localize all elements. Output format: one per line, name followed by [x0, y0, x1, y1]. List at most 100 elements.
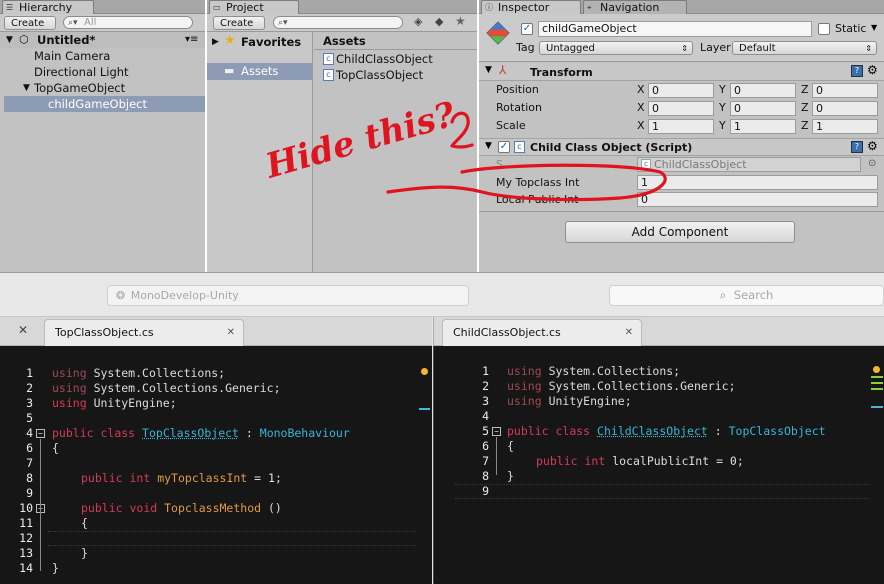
- line-number: 10: [19, 501, 33, 515]
- code-line-5: public class ChildClassObject : TopClass…: [507, 424, 826, 439]
- left-arrow-icon[interactable]: ✕: [18, 323, 28, 337]
- code-namespace: System.Collections;: [548, 364, 681, 378]
- code-semicolon: ;: [736, 454, 744, 468]
- code-line-7: public int localPublicInt = 0;: [536, 454, 744, 469]
- code-line-8: }: [507, 469, 514, 483]
- line-number: 5: [482, 424, 489, 438]
- code-line-8: public int myTopclassInt = 1;: [81, 471, 282, 486]
- code-keyword: using: [507, 364, 542, 378]
- tab-childclassobject-label: ChildClassObject.cs: [453, 326, 561, 339]
- code-line-10: public void TopclassMethod (): [81, 501, 282, 516]
- code-line-5: public class TopClassObject : MonoBehavi…: [52, 426, 350, 441]
- scroll-marker-dot: [421, 368, 428, 375]
- code-assign: =: [709, 454, 730, 468]
- current-line-highlight: [48, 531, 416, 546]
- scroll-marker-line: [871, 376, 883, 378]
- monodevelop-titlebar: ❂ MonoDevelop-Unity ⌕ Search: [0, 273, 884, 317]
- code-line-13: }: [81, 546, 88, 560]
- line-number: 11: [19, 516, 33, 530]
- code-keyword: class: [100, 426, 136, 440]
- monodevelop-search-input[interactable]: ⌕ Search: [609, 285, 884, 306]
- code-namespace: System.Collections.Generic;: [93, 381, 281, 395]
- annotation-text: Hide this?: [260, 94, 460, 187]
- search-icon: ⌕: [719, 288, 727, 302]
- code-base-class: TopClassObject: [728, 424, 826, 438]
- line-number: 8: [26, 471, 33, 485]
- tab-topclassobject[interactable]: TopClassObject.cs ✕: [44, 319, 244, 346]
- code-line-14: }: [52, 561, 59, 575]
- code-base-class: MonoBehaviour: [259, 426, 350, 440]
- fold-toggle-icon[interactable]: −: [492, 427, 501, 436]
- code-keyword: using: [52, 366, 87, 380]
- line-number: 12: [19, 531, 33, 545]
- line-number: 6: [26, 441, 33, 455]
- line-number: 14: [19, 561, 33, 575]
- code-line-3: using UnityEngine;: [507, 394, 632, 409]
- tab-childclassobject[interactable]: ChildClassObject.cs ✕: [442, 319, 642, 346]
- code-namespace: System.Collections.Generic;: [548, 379, 736, 393]
- line-number: 2: [26, 381, 33, 395]
- monodevelop-search-placeholder: Search: [733, 288, 774, 302]
- right-code-area[interactable]: 1 2 3 4 5 6 7 8 9 − using System.Collect…: [455, 364, 884, 584]
- scroll-marker-line: [871, 388, 883, 390]
- code-field-name: localPublicInt: [612, 454, 710, 468]
- scroll-marker-dot: [873, 366, 880, 373]
- code-field-name: myTopclassInt: [157, 471, 248, 485]
- code-keyword: using: [52, 396, 87, 410]
- line-number: 7: [482, 454, 489, 468]
- code-keyword: using: [507, 394, 542, 408]
- code-keyword: using: [507, 379, 542, 393]
- line-number: 3: [26, 396, 33, 410]
- code-line-6: {: [507, 439, 514, 453]
- right-editor-scrollbar[interactable]: [868, 364, 884, 584]
- code-namespace: System.Collections;: [93, 366, 226, 380]
- line-number: 7: [26, 456, 33, 470]
- line-number: 5: [26, 411, 33, 425]
- monodevelop-logo-icon: ❂: [116, 289, 126, 302]
- right-editor-gap: [433, 346, 455, 584]
- line-number: 3: [482, 394, 489, 408]
- left-code-area[interactable]: 1 2 3 4 5 6 7 8 9 10 11 12 13 14 − − usi…: [0, 366, 432, 584]
- fold-guide: [496, 437, 497, 475]
- code-colon: :: [238, 426, 260, 440]
- left-editor-tabbar: ✕ TopClassObject.cs ✕: [0, 317, 432, 346]
- line-number: 4: [482, 409, 489, 423]
- code-line-3: using UnityEngine;: [52, 396, 177, 411]
- code-line-1: using System.Collections;: [507, 364, 680, 379]
- code-line-11: {: [81, 516, 88, 530]
- code-semicolon: ;: [274, 471, 282, 485]
- code-keyword: public: [52, 426, 94, 440]
- scroll-marker-line: [871, 406, 883, 408]
- code-line-1: using System.Collections;: [52, 366, 225, 381]
- close-tab-icon[interactable]: ✕: [625, 320, 633, 345]
- code-keyword: public: [81, 501, 123, 515]
- code-assign: =: [247, 471, 268, 485]
- code-line-2: using System.Collections.Generic;: [52, 381, 281, 396]
- line-number: 1: [26, 366, 33, 380]
- code-keyword: using: [52, 381, 87, 395]
- scroll-marker-line: [871, 382, 883, 384]
- close-tab-icon[interactable]: ✕: [227, 320, 235, 345]
- scroll-marker-line: [419, 408, 430, 410]
- left-editor-scrollbar[interactable]: [416, 366, 432, 584]
- code-keyword: int: [129, 471, 151, 485]
- code-number: 1: [268, 471, 275, 485]
- monodevelop-title: MonoDevelop-Unity: [130, 289, 239, 302]
- code-keyword: class: [555, 424, 591, 438]
- right-editor-tabbar: ChildClassObject.cs ✕: [433, 317, 884, 346]
- line-number: 8: [482, 469, 489, 483]
- code-parens: (): [261, 501, 282, 515]
- code-number: 0: [729, 454, 737, 468]
- code-keyword: int: [584, 454, 606, 468]
- line-number: 13: [19, 546, 33, 560]
- code-class-name: ChildClassObject: [597, 424, 708, 438]
- line-number: 2: [482, 379, 489, 393]
- monodevelop-status-bar: ❂ MonoDevelop-Unity: [107, 285, 469, 306]
- fold-toggle-icon[interactable]: −: [36, 429, 45, 438]
- code-namespace: UnityEngine;: [93, 396, 177, 410]
- code-method-name: TopclassMethod: [164, 501, 262, 515]
- fold-guide: [40, 439, 41, 571]
- code-colon: :: [707, 424, 729, 438]
- code-line-6: {: [52, 441, 59, 455]
- code-class-name: TopClassObject: [142, 426, 239, 440]
